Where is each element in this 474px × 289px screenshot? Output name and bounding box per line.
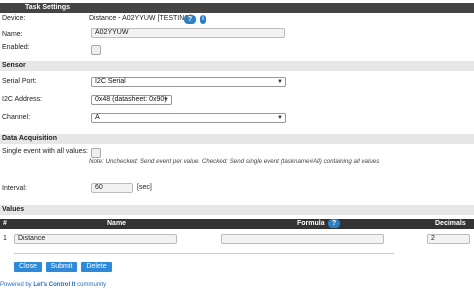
device-info-icon[interactable]: i xyxy=(200,15,206,24)
footer-suffix: community xyxy=(75,282,107,288)
i2c-address-label: I2C Address: xyxy=(2,96,43,103)
row-1-name-input[interactable]: Distance xyxy=(14,234,177,244)
row-1-decimals-input[interactable]: 2 xyxy=(427,234,470,244)
actions-divider xyxy=(14,253,394,254)
interval-unit: [sec] xyxy=(137,184,152,191)
chevron-down-icon: ▼ xyxy=(163,97,169,103)
interval-label: Interval: xyxy=(2,185,27,192)
values-section-header: Values xyxy=(0,205,474,215)
interval-input[interactable]: 60 xyxy=(91,183,133,193)
col-index-header: # xyxy=(3,220,7,227)
sensor-section-title: Sensor xyxy=(2,62,26,69)
col-name-header: Name xyxy=(107,220,127,227)
i2c-address-value: 0x48 (datasheet: 0x90) xyxy=(95,96,167,103)
sensor-section-header: Sensor xyxy=(0,61,474,71)
serial-port-select[interactable]: I2C Serial ▼ xyxy=(91,77,286,87)
values-section-title: Values xyxy=(2,206,25,213)
col-formula-header: Formula xyxy=(297,220,325,227)
serial-port-value: I2C Serial xyxy=(95,78,126,85)
footer-brand-link[interactable]: Let's Control It xyxy=(33,282,75,288)
enabled-checkbox[interactable] xyxy=(91,45,101,55)
channel-select[interactable]: A ▼ xyxy=(91,113,286,123)
row-1-index: 1 xyxy=(3,235,7,242)
data-acquisition-section-header: Data Acquisition xyxy=(0,134,474,144)
formula-help-icon[interactable]: ? xyxy=(328,219,340,228)
channel-label: Channel: xyxy=(2,114,31,121)
enabled-label: Enabled: xyxy=(2,44,30,51)
task-settings-title: Task Settings xyxy=(25,4,70,11)
footer-prefix: Powered by xyxy=(0,282,34,288)
single-event-label: Single event with all values: xyxy=(2,148,88,155)
footer: Powered by Let's Control It community xyxy=(0,282,106,289)
close-button[interactable]: Close xyxy=(14,262,42,272)
name-label: Name: xyxy=(2,31,23,38)
channel-value: A xyxy=(95,114,100,121)
chevron-down-icon: ▼ xyxy=(277,79,283,85)
single-event-note: Note: Unchecked: Send event per value. C… xyxy=(89,158,380,165)
col-decimals-header: Decimals xyxy=(435,220,466,227)
device-value: Distance - A02YYUW [TESTING] xyxy=(89,15,192,22)
data-acquisition-section-title: Data Acquisition xyxy=(2,135,57,142)
delete-button[interactable]: Delete xyxy=(81,262,112,272)
name-input[interactable]: A02YYUW xyxy=(91,28,285,38)
device-label: Device: xyxy=(2,15,26,22)
task-settings-header: Task Settings xyxy=(0,3,474,13)
i2c-address-select[interactable]: 0x48 (datasheet: 0x90) ▼ xyxy=(91,95,172,105)
serial-port-label: Serial Port: xyxy=(2,78,37,85)
values-table-header: # Name Formula ? Decimals xyxy=(0,219,474,229)
chevron-down-icon: ▼ xyxy=(277,115,283,121)
device-help-icon[interactable]: ? xyxy=(184,15,196,24)
row-1-formula-input[interactable] xyxy=(221,234,384,244)
submit-button[interactable]: Submit xyxy=(46,262,77,272)
